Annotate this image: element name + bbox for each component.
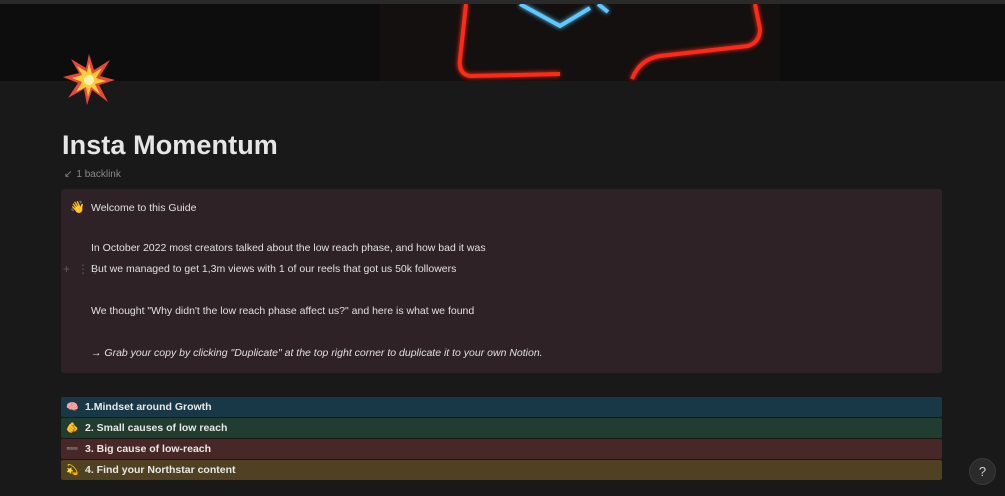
toggle-mindset[interactable]: 🧠 1.Mindset around Growth [61,397,942,417]
page-title: Insta Momentum [62,130,278,160]
callout-line: We thought "Why didn't the low reach pha… [91,305,475,317]
toggle-label: 4. Find your Northstar content [85,464,236,476]
help-button[interactable]: ? [969,458,996,485]
backlink-label: 1 backlink [76,168,121,180]
collision-icon[interactable] [62,52,116,106]
toggle-northstar[interactable]: 💫 4. Find your Northstar content [61,460,942,480]
block-handles: + ⋮⋮ [63,262,101,276]
toggle-label: 1.Mindset around Growth [85,401,212,413]
add-block-icon[interactable]: + [63,262,70,276]
waving-hand-icon: 👋 [70,200,85,214]
welcome-callout[interactable]: 👋 Welcome to this Guide In October 2022 … [61,189,942,373]
toggle-label: 2. Small causes of low reach [85,422,228,434]
brain-icon: 🧠 [66,401,79,413]
pointing-hand-icon: 🫵 [66,422,79,434]
cover-image[interactable] [0,4,1005,81]
minus-icon: ➖ [66,443,79,455]
callout-duplicate-hint: → Grab your copy by clicking "Duplicate"… [91,347,543,359]
drag-handle-icon[interactable]: ⋮⋮ [77,262,101,276]
neon-cover-art [0,4,1005,81]
arrow-down-left-icon: ↙ [64,168,73,180]
callout-line: In October 2022 most creators talked abo… [91,242,486,254]
callout-line: But we managed to get 1,3m views with 1 … [91,263,457,275]
callout-heading: Welcome to this Guide [91,202,197,214]
toggle-small-causes[interactable]: 🫵 2. Small causes of low reach [61,418,942,438]
toggle-big-cause[interactable]: ➖ 3. Big cause of low-reach [61,439,942,459]
dizzy-star-icon: 💫 [66,464,79,476]
toggle-label: 3. Big cause of low-reach [85,443,212,455]
backlink-link[interactable]: ↙ 1 backlink [64,167,121,181]
